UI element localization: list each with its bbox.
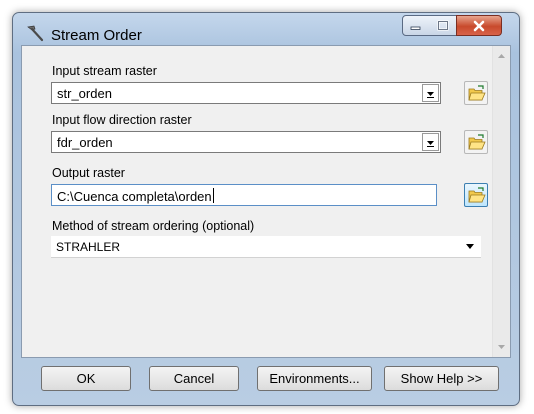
chevron-down-icon: [427, 141, 434, 147]
open-folder-icon: [468, 85, 486, 101]
input-stream-dropdown-button[interactable]: [422, 84, 439, 102]
method-select[interactable]: STRAHLER: [51, 236, 481, 258]
output-raster-value: C:\Cuenca completa\orden: [57, 188, 214, 204]
text-cursor: [212, 188, 214, 203]
cancel-button[interactable]: Cancel: [149, 366, 239, 391]
chevron-down-icon: [427, 92, 434, 98]
input-stream-browse-button[interactable]: [464, 81, 488, 105]
flow-direction-raster-label: Input flow direction raster: [52, 113, 192, 127]
output-raster-label: Output raster: [52, 166, 125, 180]
flow-direction-dropdown-button[interactable]: [422, 133, 439, 151]
open-folder-icon: [468, 134, 486, 150]
vertical-scrollbar[interactable]: [492, 46, 510, 357]
input-stream-raster-label: Input stream raster: [52, 64, 157, 78]
close-button[interactable]: [456, 15, 502, 36]
dialog-footer: OK Cancel Environments... Show Help >>: [21, 358, 511, 398]
input-stream-raster-combobox[interactable]: str_orden: [51, 82, 441, 104]
minimize-button[interactable]: [402, 15, 430, 36]
maximize-icon: [436, 20, 449, 31]
scroll-up-icon[interactable]: [493, 48, 510, 64]
output-raster-input[interactable]: C:\Cuenca completa\orden: [51, 184, 437, 206]
chevron-down-icon: [466, 244, 474, 249]
close-icon: [473, 20, 485, 31]
flow-direction-raster-combobox[interactable]: fdr_orden: [51, 131, 441, 153]
maximize-button[interactable]: [429, 15, 457, 36]
flow-direction-browse-button[interactable]: [464, 130, 488, 154]
method-value: STRAHLER: [56, 240, 121, 254]
environments-button[interactable]: Environments...: [257, 366, 372, 391]
open-folder-icon: [468, 187, 486, 203]
stream-order-dialog: Stream Order Input stream raster str_ord…: [12, 12, 520, 406]
tool-parameters-panel: Input stream raster str_orden Input flow…: [21, 45, 511, 358]
window-title: Stream Order: [51, 27, 142, 44]
input-stream-raster-value: str_orden: [57, 86, 112, 101]
flow-direction-raster-value: fdr_orden: [57, 135, 113, 150]
hammer-tool-icon: [25, 23, 45, 43]
output-raster-browse-button[interactable]: [464, 183, 488, 207]
minimize-icon: [410, 26, 421, 30]
method-label: Method of stream ordering (optional): [52, 219, 255, 233]
ok-button[interactable]: OK: [41, 366, 131, 391]
show-help-button[interactable]: Show Help >>: [384, 366, 499, 391]
scroll-down-icon[interactable]: [493, 339, 510, 355]
